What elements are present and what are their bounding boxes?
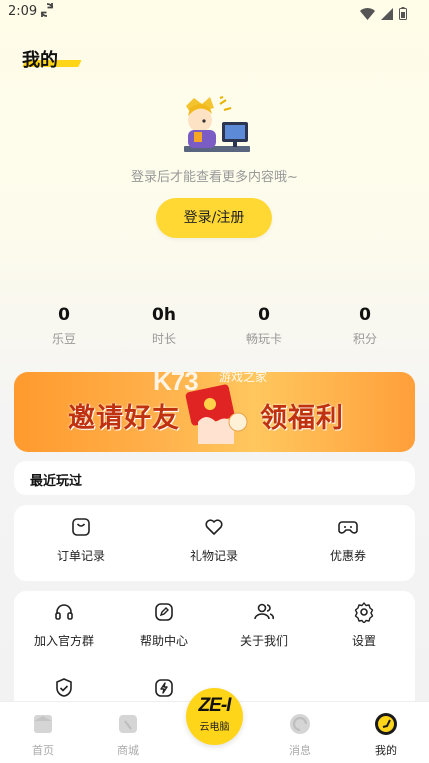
join-official-group-button[interactable]: 加入官方群 bbox=[14, 601, 114, 649]
about-us-button[interactable]: 关于我们 bbox=[214, 601, 314, 649]
page-title: 我的 bbox=[22, 50, 58, 71]
stat-label: 乐豆 bbox=[51, 332, 76, 346]
avatar[interactable] bbox=[180, 96, 254, 160]
lightning-icon bbox=[153, 677, 175, 699]
order-records-button[interactable]: 订单记录 bbox=[31, 516, 131, 564]
tab-cloud-pc[interactable]: ZE-I 云电脑 bbox=[186, 688, 243, 745]
tab-messages[interactable]: 消息 bbox=[270, 712, 330, 758]
stat-ledou[interactable]: 0 乐豆 bbox=[24, 304, 104, 347]
stat-label: 畅玩卡 bbox=[245, 332, 282, 346]
status-time: 2:09 bbox=[8, 4, 38, 19]
battery-icon bbox=[399, 5, 407, 24]
tab-label: 商城 bbox=[117, 744, 139, 757]
stat-value: 0 bbox=[258, 305, 270, 325]
headset-icon bbox=[53, 601, 75, 623]
users-icon bbox=[253, 601, 275, 623]
login-register-button[interactable]: 登录/注册 bbox=[156, 198, 272, 238]
edit-icon bbox=[153, 601, 175, 623]
stat-play-card[interactable]: 0 畅玩卡 bbox=[224, 304, 304, 347]
cell-label: 订单记录 bbox=[56, 549, 105, 563]
heart-icon bbox=[203, 516, 225, 538]
gift-records-button[interactable]: 礼物记录 bbox=[164, 516, 264, 564]
bag-icon bbox=[70, 516, 92, 538]
cell-label: 加入官方群 bbox=[33, 634, 94, 648]
tab-label: 我的 bbox=[375, 744, 397, 757]
recent-title: 最近玩过 bbox=[30, 474, 83, 489]
login-hint: 登录后才能查看更多内容哦~ bbox=[131, 170, 298, 185]
cell-label: 优惠券 bbox=[329, 549, 366, 563]
stat-points[interactable]: 0 积分 bbox=[325, 304, 405, 347]
invite-banner[interactable]: 邀请好友 领福利 bbox=[14, 372, 415, 452]
page-title-wrap: 我的 bbox=[22, 46, 82, 72]
help-center-button[interactable]: 帮助中心 bbox=[114, 601, 214, 649]
sync-icon bbox=[40, 2, 54, 22]
banner-left-text: 邀请好友 bbox=[68, 403, 180, 434]
shield-check-icon bbox=[53, 677, 75, 699]
cell-label: 帮助中心 bbox=[139, 634, 188, 648]
home-icon bbox=[31, 712, 55, 736]
banner-right-text: 领福利 bbox=[260, 403, 344, 434]
shop-icon bbox=[116, 712, 140, 736]
orders-card: 订单记录 礼物记录 优惠券 bbox=[14, 505, 415, 581]
gamepad-icon bbox=[337, 516, 359, 538]
cell-label: 关于我们 bbox=[239, 634, 288, 648]
profile-icon bbox=[374, 712, 398, 736]
tab-home[interactable]: 首页 bbox=[13, 712, 73, 758]
message-icon bbox=[288, 712, 312, 736]
stat-label: 积分 bbox=[352, 332, 377, 346]
stat-value: 0h bbox=[152, 305, 176, 325]
coupons-button[interactable]: 优惠券 bbox=[298, 516, 398, 564]
tab-mine[interactable]: 我的 bbox=[356, 712, 416, 758]
cell-label: 设置 bbox=[351, 634, 376, 648]
settings-button[interactable]: 设置 bbox=[314, 601, 414, 649]
tab-label: 云电脑 bbox=[199, 722, 230, 733]
cloud-pc-logo: ZE-I bbox=[198, 695, 232, 716]
security-button[interactable] bbox=[14, 677, 114, 699]
recent-played-card[interactable]: 最近玩过 bbox=[14, 461, 415, 495]
wifi-icon bbox=[360, 5, 375, 24]
stat-duration[interactable]: 0h 时长 bbox=[124, 304, 204, 347]
stat-value: 0 bbox=[58, 305, 70, 325]
watermark-text: 游戏之家 bbox=[219, 370, 268, 384]
tab-label: 消息 bbox=[289, 744, 311, 757]
signal-icon bbox=[381, 5, 393, 24]
stat-label: 时长 bbox=[151, 332, 176, 346]
tab-mall[interactable]: 商城 bbox=[98, 712, 158, 758]
gear-icon bbox=[353, 601, 375, 624]
watermark-logo: K73 bbox=[153, 366, 199, 396]
status-bar: 2:09 bbox=[0, 0, 429, 26]
status-indicators bbox=[360, 5, 407, 24]
cell-label: 礼物记录 bbox=[189, 549, 238, 563]
tab-label: 首页 bbox=[32, 744, 54, 757]
stats-row: 0 乐豆 0h 时长 0 畅玩卡 0 积分 bbox=[0, 304, 429, 350]
stat-value: 0 bbox=[359, 305, 371, 325]
